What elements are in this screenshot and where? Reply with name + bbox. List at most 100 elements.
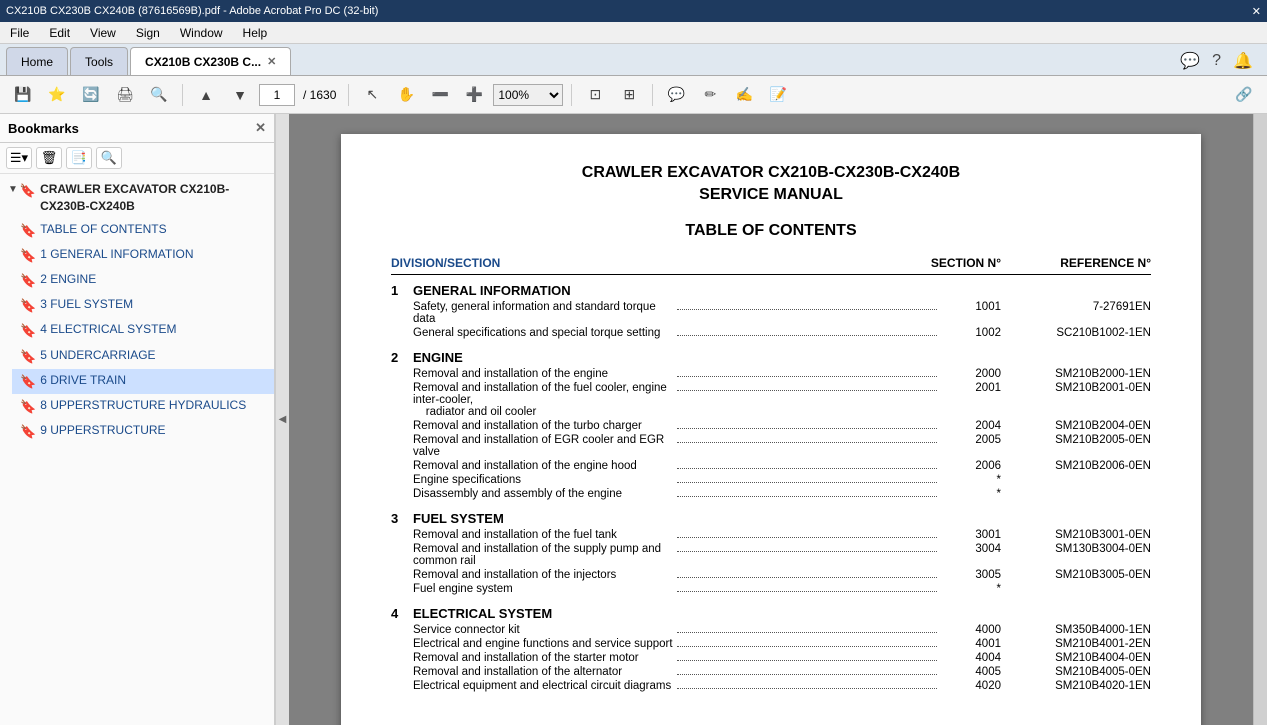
- toc-dots: [677, 551, 937, 552]
- next-page-button[interactable]: ▼: [225, 81, 255, 109]
- save-button[interactable]: 💾: [8, 81, 38, 109]
- sidebar-item-general[interactable]: 🔖 1 GENERAL INFORMATION: [12, 243, 274, 268]
- toc-e3-2-ref: SM130B3004-0EN: [1001, 543, 1151, 555]
- cursor-tool[interactable]: ↖: [357, 81, 387, 109]
- toc-dots: [677, 674, 937, 675]
- tab-tools[interactable]: Tools: [70, 47, 128, 75]
- zoom-out-button[interactable]: ➖: [425, 81, 455, 109]
- sidebar-tree: ▼ 🔖 CRAWLER EXCAVATOR CX210B-CX230B-CX24…: [0, 174, 274, 725]
- sidebar-menu-button[interactable]: ☰▾: [6, 147, 32, 169]
- bookmark-icon-drivetrain: 🔖: [20, 373, 36, 391]
- toc-dots: [677, 591, 937, 592]
- toc-e3-3-secno: 3005: [941, 569, 1001, 581]
- sidebar-label-upperstructure: 9 UPPERSTRUCTURE: [40, 422, 165, 439]
- tab-doc[interactable]: CX210B CX230B C... ✕: [130, 47, 291, 75]
- toc-col-divsection: DIVISION/SECTION: [391, 256, 881, 270]
- vertical-scrollbar[interactable]: [1253, 114, 1267, 725]
- toc-s3-num: 3: [391, 511, 407, 526]
- toc-header-row: DIVISION/SECTION SECTION N° REFERENCE N°: [391, 256, 1151, 275]
- rotate-button[interactable]: ⊞: [614, 81, 644, 109]
- sidebar-item-toc[interactable]: 🔖 TABLE OF CONTENTS: [12, 218, 274, 243]
- toc-e1-1-text: Safety, general information and standard…: [413, 301, 673, 325]
- toc-e2-3-secno: 2004: [941, 420, 1001, 432]
- toc-e2-7-text: Disassembly and assembly of the engine: [413, 488, 673, 500]
- toc-entry-3-1: Removal and installation of the fuel tan…: [391, 528, 1151, 542]
- sidebar-item-upperhydraulics[interactable]: 🔖 8 UPPERSTRUCTURE HYDRAULICS: [12, 394, 274, 419]
- sidebar-item-undercarriage[interactable]: 🔖 5 UNDERCARRIAGE: [12, 344, 274, 369]
- toc-entry-4-5: Electrical equipment and electrical circ…: [391, 679, 1151, 693]
- toc-section-3: 3 FUEL SYSTEM Removal and installation o…: [391, 511, 1151, 596]
- pdf-main-title: CRAWLER EXCAVATOR CX210B-CX230B-CX240B: [391, 164, 1151, 182]
- toc-dots: [677, 376, 937, 377]
- bookmark-button[interactable]: ⭐: [42, 81, 72, 109]
- bookmark-icon-upperhydraulics: 🔖: [20, 398, 36, 416]
- sidebar-search-button[interactable]: 🔍: [96, 147, 122, 169]
- content-area[interactable]: CRAWLER EXCAVATOR CX210B-CX230B-CX240B S…: [289, 114, 1253, 725]
- toc-dots: [677, 632, 937, 633]
- page-number-input[interactable]: [259, 84, 295, 106]
- zoom-in-button[interactable]: ➕: [459, 81, 489, 109]
- hand-tool[interactable]: ✋: [391, 81, 421, 109]
- toc-section-4-header: 4 ELECTRICAL SYSTEM: [391, 606, 1151, 621]
- prev-page-button[interactable]: ▲: [191, 81, 221, 109]
- bookmark-icon-undercarriage: 🔖: [20, 348, 36, 366]
- menu-view[interactable]: View: [86, 24, 120, 42]
- menu-help[interactable]: Help: [239, 24, 272, 42]
- sidebar: Bookmarks ✕ ☰▾ 🗑 📑 🔍 ▼ 🔖 CRAWLER EXCAVAT…: [0, 114, 275, 725]
- menu-window[interactable]: Window: [176, 24, 227, 42]
- highlight-button[interactable]: ✏: [695, 81, 725, 109]
- toc-entry-2-4: Removal and installation of EGR cooler a…: [391, 433, 1151, 459]
- toc-e2-6-secno: *: [941, 474, 1001, 486]
- toc-e2-2-text: Removal and installation of the fuel coo…: [413, 382, 673, 418]
- print-button[interactable]: 🖨: [110, 81, 140, 109]
- sidebar-item-engine[interactable]: 🔖 2 ENGINE: [12, 268, 274, 293]
- toc-section-1: 1 GENERAL INFORMATION Safety, general in…: [391, 283, 1151, 340]
- sidebar-new-bookmark-button[interactable]: 📑: [66, 147, 92, 169]
- fit-page-button[interactable]: ⊡: [580, 81, 610, 109]
- toc-dots: [677, 442, 937, 443]
- toc-section-3-header: 3 FUEL SYSTEM: [391, 511, 1151, 526]
- sidebar-close-button[interactable]: ✕: [255, 120, 266, 136]
- sidebar-item-drivetrain[interactable]: 🔖 6 DRIVE TRAIN: [12, 369, 274, 394]
- toc-e4-5-text: Electrical equipment and electrical circ…: [413, 680, 673, 692]
- comment-button[interactable]: 💬: [661, 81, 691, 109]
- sidebar-collapse-handle[interactable]: ◀: [275, 114, 289, 725]
- sidebar-item-fuel[interactable]: 🔖 3 FUEL SYSTEM: [12, 293, 274, 318]
- help-icon[interactable]: ?: [1212, 52, 1221, 70]
- sidebar-item-upperstructure[interactable]: 🔖 9 UPPERSTRUCTURE: [12, 419, 274, 444]
- zoom-select[interactable]: 100% 75% 125% 150% 200%: [493, 84, 563, 106]
- toolbar-sep-3: [571, 84, 572, 106]
- toc-dots: [677, 577, 937, 578]
- toc-e4-4-secno: 4005: [941, 666, 1001, 678]
- toc-s2-title: ENGINE: [413, 350, 463, 365]
- title-bar-close[interactable]: ✕: [1252, 5, 1261, 18]
- sidebar-delete-button[interactable]: 🗑: [36, 147, 62, 169]
- find-button[interactable]: 🔍: [144, 81, 174, 109]
- menu-edit[interactable]: Edit: [45, 24, 74, 42]
- tab-bar: Home Tools CX210B CX230B C... ✕ 💬 ? 🔔: [0, 44, 1267, 76]
- sidebar-item-electrical[interactable]: 🔖 4 ELECTRICAL SYSTEM: [12, 318, 274, 343]
- share-button[interactable]: 🔗: [1229, 81, 1259, 109]
- tab-home[interactable]: Home: [6, 47, 68, 75]
- sign-button[interactable]: ✍: [729, 81, 759, 109]
- comments-icon[interactable]: 💬: [1180, 51, 1200, 71]
- toc-entry-3-4: Fuel engine system *: [391, 582, 1151, 596]
- sidebar-item-root[interactable]: ▼ 🔖 CRAWLER EXCAVATOR CX210B-CX230B-CX24…: [0, 178, 274, 218]
- tree-expand-icon[interactable]: ▼: [8, 183, 18, 197]
- toc-e3-1-secno: 3001: [941, 529, 1001, 541]
- toc-e4-1-ref: SM350B4000-1EN: [1001, 624, 1151, 636]
- toc-e3-2-secno: 3004: [941, 543, 1001, 555]
- notifications-icon[interactable]: 🔔: [1233, 51, 1253, 71]
- toc-e3-1-text: Removal and installation of the fuel tan…: [413, 529, 673, 541]
- toolbar-sep-4: [652, 84, 653, 106]
- toc-entry-2-1: Removal and installation of the engine 2…: [391, 367, 1151, 381]
- print-prev-button[interactable]: 🔄: [76, 81, 106, 109]
- edit-button[interactable]: 📝: [763, 81, 793, 109]
- tab-doc-close[interactable]: ✕: [267, 55, 276, 68]
- menu-sign[interactable]: Sign: [132, 24, 164, 42]
- menu-file[interactable]: File: [6, 24, 33, 42]
- bookmark-icon-engine: 🔖: [20, 272, 36, 290]
- sidebar-label-toc: TABLE OF CONTENTS: [40, 221, 166, 238]
- toc-dots: [677, 537, 937, 538]
- toc-e4-5-secno: 4020: [941, 680, 1001, 692]
